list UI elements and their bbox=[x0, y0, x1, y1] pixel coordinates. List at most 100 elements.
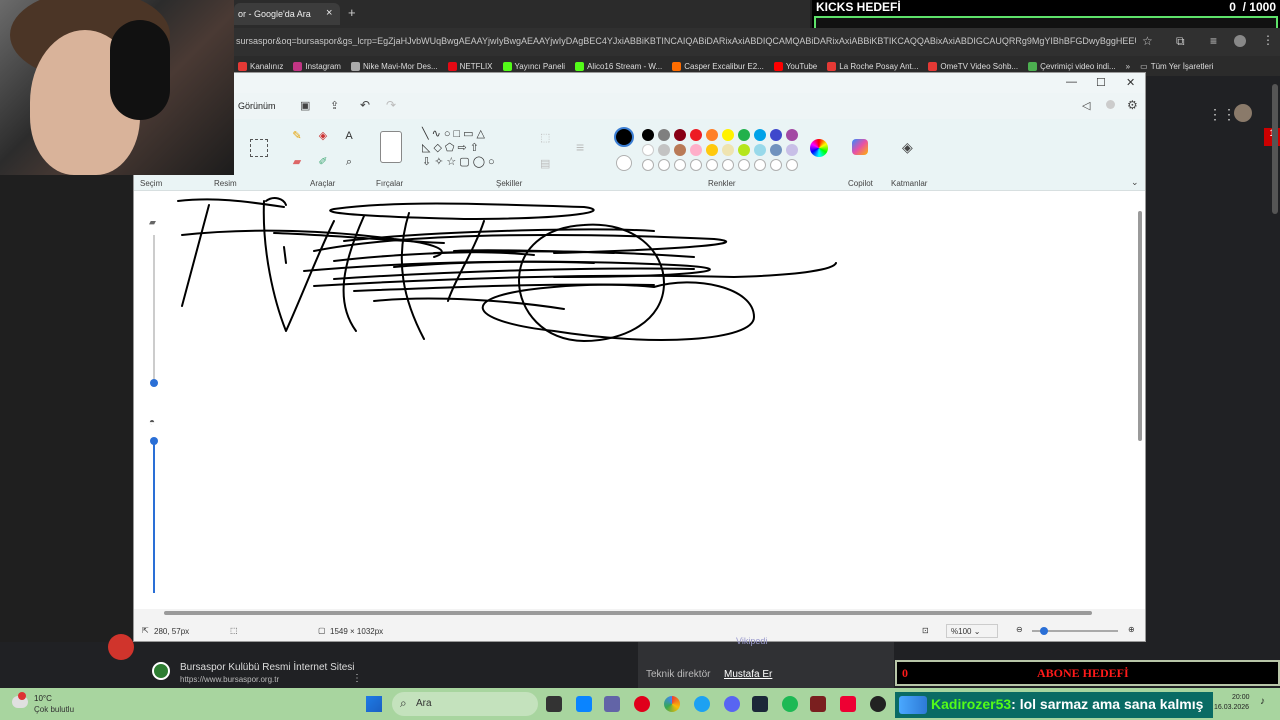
clock-time[interactable]: 20:00 bbox=[1232, 694, 1250, 701]
color-swatch[interactable] bbox=[658, 129, 670, 141]
save-icon[interactable]: ▣ bbox=[300, 99, 310, 112]
color-swatch[interactable] bbox=[722, 144, 734, 156]
close-button[interactable]: ✕ bbox=[1126, 76, 1135, 89]
zoom-dropdown[interactable]: %100 ⌄ bbox=[946, 624, 998, 638]
color-swatch[interactable] bbox=[754, 129, 766, 141]
page-scrollbar[interactable] bbox=[1272, 84, 1278, 214]
custom-color-slot[interactable] bbox=[706, 159, 718, 171]
canvas-vertical-scrollbar[interactable] bbox=[1138, 211, 1142, 441]
edge-icon[interactable] bbox=[576, 696, 592, 712]
bookmark-item[interactable]: La Roche Posay Ant... bbox=[827, 60, 918, 72]
canvas-horizontal-scrollbar[interactable] bbox=[164, 611, 1092, 615]
obs-icon[interactable] bbox=[870, 696, 886, 712]
taskbar-search[interactable]: ⌕ Ara bbox=[392, 692, 538, 716]
custom-color-slot[interactable] bbox=[658, 159, 670, 171]
task-view-icon[interactable] bbox=[546, 696, 562, 712]
new-tab-button[interactable]: + bbox=[348, 5, 356, 20]
custom-color-slot[interactable] bbox=[674, 159, 686, 171]
zoom-out-icon[interactable]: ⊖ bbox=[1016, 625, 1023, 634]
lightning-icon[interactable] bbox=[840, 696, 856, 712]
color-swatch[interactable] bbox=[674, 129, 686, 141]
bookmark-item[interactable]: YouTube bbox=[773, 60, 817, 72]
eraser-icon[interactable]: ▰ bbox=[290, 155, 304, 169]
opera-icon[interactable] bbox=[634, 696, 650, 712]
share-icon[interactable]: ⇪ bbox=[330, 99, 339, 112]
account-icon[interactable] bbox=[1106, 100, 1115, 109]
color-swatch[interactable] bbox=[658, 144, 670, 156]
custom-color-slot[interactable] bbox=[770, 159, 782, 171]
discord-icon[interactable] bbox=[724, 696, 740, 712]
bookmark-item[interactable]: Alico16 Stream - W... bbox=[575, 60, 662, 72]
drawing-canvas[interactable]: ▰ ◓ bbox=[134, 191, 1145, 609]
opacity-slider[interactable] bbox=[153, 439, 155, 593]
color-swatch[interactable] bbox=[754, 144, 766, 156]
edge-blue-icon[interactable] bbox=[694, 696, 710, 712]
search-result-url[interactable]: https://www.bursaspor.org.tr bbox=[180, 675, 279, 684]
magnifier-icon[interactable]: ⌕ bbox=[342, 155, 356, 169]
fill-icon[interactable]: ◈ bbox=[316, 129, 330, 143]
custom-color-slot[interactable] bbox=[738, 159, 750, 171]
wiki-link[interactable]: Vikipedi bbox=[736, 636, 767, 646]
bookmark-item[interactable]: NETFLIX bbox=[447, 60, 493, 72]
spotify-icon[interactable] bbox=[782, 696, 798, 712]
secondary-color-swatch[interactable] bbox=[616, 155, 632, 171]
start-windows-icon[interactable] bbox=[366, 696, 382, 712]
opacity-thumb[interactable] bbox=[150, 437, 158, 445]
browser-tab[interactable]: or - Google'da Ara bbox=[234, 3, 340, 25]
custom-color-slot[interactable] bbox=[722, 159, 734, 171]
address-bar[interactable]: sursaspor&oq=bursaspor&gs_lcrp=EgZjaHJvb… bbox=[234, 28, 1280, 56]
bookmark-item[interactable]: Çevrimiçi video indi... bbox=[1028, 60, 1116, 72]
color-picker-icon[interactable]: ✐ bbox=[316, 155, 330, 169]
bookmark-star-icon[interactable]: ☆ bbox=[1142, 34, 1153, 48]
bookmark-item[interactable]: Casper Excalibur E2... bbox=[672, 60, 764, 72]
color-swatch[interactable] bbox=[786, 129, 798, 141]
color-swatch[interactable] bbox=[706, 144, 718, 156]
zoom-slider-thumb[interactable] bbox=[1040, 627, 1048, 635]
color-swatch[interactable] bbox=[786, 144, 798, 156]
custom-color-slot[interactable] bbox=[690, 159, 702, 171]
result-options-icon[interactable]: ⋮ bbox=[352, 673, 362, 684]
text-icon[interactable]: A bbox=[342, 129, 356, 143]
brush-icon[interactable] bbox=[380, 131, 402, 163]
layers-icon[interactable]: ◈ bbox=[902, 139, 913, 156]
color-swatch[interactable] bbox=[674, 144, 686, 156]
steam-icon[interactable] bbox=[752, 696, 768, 712]
primary-color-swatch[interactable] bbox=[614, 127, 634, 147]
edit-colors-icon[interactable] bbox=[810, 139, 828, 157]
bookmarks-overflow-button[interactable]: » bbox=[1126, 60, 1130, 72]
pencil-icon[interactable]: ✎ bbox=[290, 129, 304, 143]
game-icon[interactable] bbox=[810, 696, 826, 712]
color-swatch[interactable] bbox=[770, 144, 782, 156]
color-swatch[interactable] bbox=[690, 144, 702, 156]
brush-size-thumb[interactable] bbox=[150, 379, 158, 387]
google-account-avatar[interactable] bbox=[1234, 104, 1252, 122]
copilot-icon[interactable] bbox=[852, 139, 868, 155]
notification-bell-icon[interactable]: ♪ bbox=[1260, 696, 1265, 707]
menu-view[interactable]: Görünüm bbox=[238, 101, 276, 111]
custom-color-slot[interactable] bbox=[754, 159, 766, 171]
color-swatch[interactable] bbox=[642, 144, 654, 156]
coach-value[interactable]: Mustafa Er bbox=[724, 669, 772, 680]
color-swatch[interactable] bbox=[642, 129, 654, 141]
color-swatch[interactable] bbox=[770, 129, 782, 141]
redo-icon[interactable]: ↷ bbox=[386, 98, 396, 112]
undo-icon[interactable]: ↶ bbox=[360, 98, 370, 112]
brush-size-slider[interactable] bbox=[153, 235, 155, 381]
fill-style-icon[interactable]: ▤ bbox=[540, 157, 550, 170]
media-icon[interactable]: ≡ bbox=[1210, 34, 1217, 48]
shapes-gallery[interactable]: ╲∿○□▭△ ◺◇⬠⇨⇧ ⇩✧☆▢◯○ bbox=[422, 127, 526, 169]
color-swatch[interactable] bbox=[722, 129, 734, 141]
custom-color-slot[interactable] bbox=[786, 159, 798, 171]
custom-color-slot[interactable] bbox=[642, 159, 654, 171]
zoom-in-icon[interactable]: ⊕ bbox=[1128, 625, 1135, 634]
profile-avatar[interactable] bbox=[1234, 35, 1246, 47]
feedback-icon[interactable]: ◁ bbox=[1082, 99, 1090, 112]
color-swatch[interactable] bbox=[738, 129, 750, 141]
fit-to-window-icon[interactable]: ⊡ bbox=[922, 626, 929, 635]
tab-close-button[interactable]: × bbox=[326, 7, 332, 19]
extensions-icon[interactable]: ⧉ bbox=[1176, 34, 1185, 49]
color-swatch[interactable] bbox=[690, 129, 702, 141]
collapse-ribbon-icon[interactable]: ⌄ bbox=[1131, 177, 1139, 188]
minimize-button[interactable]: — bbox=[1066, 76, 1077, 88]
teams-icon[interactable] bbox=[604, 696, 620, 712]
